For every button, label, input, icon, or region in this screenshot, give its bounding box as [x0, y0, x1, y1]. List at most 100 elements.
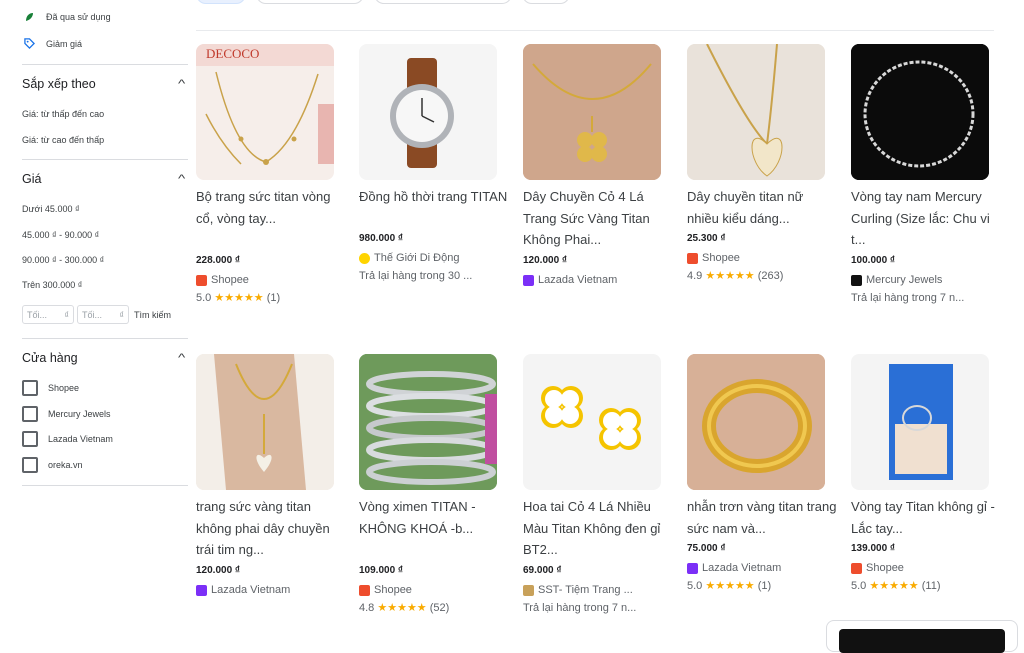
product-card[interactable]: trang sức vàng titan không phai dây chuy…: [196, 354, 346, 596]
sort-high-to-low[interactable]: Giá: từ cao đến thấp: [22, 135, 104, 145]
filter-chip[interactable]: [522, 0, 570, 4]
rating: 4.8 ★★★★★ (52): [359, 601, 509, 614]
sort-low-to-high[interactable]: Giá: từ thấp đến cao: [22, 109, 104, 119]
product-card[interactable]: nhẫn trơn vàng titan trang sức nam và...…: [687, 354, 837, 592]
price-option[interactable]: Dưới 45.000 ₫: [22, 204, 80, 214]
price-option[interactable]: 45.000 ₫ - 90.000 ₫: [22, 230, 99, 240]
store-name: Mercury Jewels: [851, 274, 1001, 286]
rating-value: 5.0: [196, 292, 212, 304]
product-card[interactable]: DECOCO Bộ trang sức titan vòng cổ, vòng …: [196, 44, 346, 304]
product-title[interactable]: Dây Chuyền Cỏ 4 Lá Trang Sức Vàng Titan …: [523, 186, 673, 251]
product-card[interactable]: Vòng ximen TITAN - KHÔNG KHOÁ -b... 109.…: [359, 354, 509, 614]
product-card[interactable]: Dây chuyền titan nữ nhiều kiểu dáng... 2…: [687, 44, 837, 282]
product-title[interactable]: Vòng tay Titan không gỉ - Lắc tay...: [851, 496, 1001, 539]
filter-chip[interactable]: [256, 0, 364, 4]
sort-section-header[interactable]: Sắp xếp theo ^: [22, 77, 188, 91]
store-filter-shopee[interactable]: Shopee: [22, 380, 79, 396]
stars-icon: ★★★★★: [377, 602, 427, 614]
product-image[interactable]: [851, 44, 989, 180]
price-section-header[interactable]: Giá ^: [22, 172, 188, 186]
store-label: Thế Giới Di Động: [374, 252, 460, 264]
partial-image: [839, 629, 1005, 653]
checkbox[interactable]: [22, 406, 38, 422]
product-title[interactable]: Hoa tai Cỏ 4 Lá Nhiều Màu Titan Không đe…: [523, 496, 673, 561]
rating-value: 4.9: [687, 270, 703, 282]
product-image[interactable]: [196, 354, 334, 490]
product-card[interactable]: Vòng tay Titan không gỉ - Lắc tay... 139…: [851, 354, 1001, 592]
product-card[interactable]: Hoa tai Cỏ 4 Lá Nhiều Màu Titan Không đe…: [523, 354, 673, 614]
shopee-logo-icon: [851, 562, 862, 574]
review-count: (52): [429, 602, 450, 614]
price-range: Tối... ₫ Tối... ₫ Tìm kiếm: [22, 305, 173, 324]
store-name: Shopee: [687, 252, 837, 264]
product-image[interactable]: [523, 44, 661, 180]
filter-chip[interactable]: [374, 0, 512, 4]
product-image[interactable]: [851, 354, 989, 490]
stars-icon: ★★★★★: [869, 580, 919, 592]
rating: 5.0 ★★★★★ (1): [687, 579, 837, 592]
filter-discount-label: Giảm giá: [46, 38, 83, 49]
store-label: Shopee: [702, 252, 740, 264]
return-policy: Trả lại hàng trong 7 n...: [851, 292, 965, 304]
product-price: 228.000 ₫: [196, 255, 241, 266]
stars-icon: ★★★★★: [705, 580, 755, 592]
min-price-field[interactable]: Tối... ₫: [22, 305, 74, 324]
review-count: (263): [757, 270, 784, 282]
store-filter-lazada[interactable]: Lazada Vietnam: [22, 431, 113, 447]
product-card[interactable]: Dây Chuyền Cỏ 4 Lá Trang Sức Vàng Titan …: [523, 44, 673, 286]
store-filter-mercury[interactable]: Mercury Jewels: [22, 406, 111, 422]
product-image[interactable]: DECOCO: [196, 44, 334, 180]
return-policy: Trả lại hàng trong 7 n...: [523, 602, 637, 614]
product-price: 980.000 ₫: [359, 233, 404, 244]
filter-discount[interactable]: Giảm giá: [22, 38, 82, 49]
product-image[interactable]: [359, 354, 497, 490]
filter-used[interactable]: Đã qua sử dụng: [22, 12, 111, 22]
filter-chip[interactable]: [196, 0, 246, 4]
price-search-button[interactable]: Tìm kiếm: [132, 307, 173, 323]
product-title[interactable]: Bộ trang sức titan vòng cổ, vòng tay...: [196, 186, 346, 251]
product-title[interactable]: trang sức vàng titan không phai dây chuy…: [196, 496, 346, 561]
store-filter-oreka[interactable]: oreka.vn: [22, 457, 83, 473]
chevron-up-icon[interactable]: ^: [178, 78, 185, 90]
price-option[interactable]: 90.000 ₫ - 300.000 ₫: [22, 255, 104, 265]
review-count: (1): [757, 580, 772, 592]
product-image[interactable]: [359, 44, 497, 180]
store-name: Thế Giới Di Động: [359, 252, 509, 264]
mercury-logo-icon: [851, 274, 862, 286]
product-title[interactable]: Vòng ximen TITAN - KHÔNG KHOÁ -b...: [359, 496, 509, 561]
divider: [22, 159, 188, 160]
checkbox[interactable]: [22, 457, 38, 473]
currency-symbol: ₫: [64, 309, 69, 320]
sst-logo-icon: [523, 584, 534, 596]
divider: [22, 485, 188, 486]
store-label: Shopee: [374, 584, 412, 596]
max-price-placeholder: Tối...: [82, 309, 103, 320]
product-title[interactable]: Vòng tay nam Mercury Curling (Size lắc: …: [851, 186, 1001, 251]
price-option[interactable]: Trên 300.000 ₫: [22, 280, 82, 290]
store-filter-label: Mercury Jewels: [48, 409, 111, 419]
product-title[interactable]: Đồng hồ thời trang TITAN: [359, 186, 509, 229]
store-label: Shopee: [211, 274, 249, 286]
store-label: Lazada Vietnam: [211, 584, 291, 596]
used-leaf-icon: [22, 12, 36, 22]
max-price-field[interactable]: Tối... ₫: [77, 305, 129, 324]
product-price: 100.000 ₫: [851, 255, 896, 266]
product-card[interactable]: Đồng hồ thời trang TITAN 980.000 ₫ Thế G…: [359, 44, 509, 282]
store-label: Shopee: [866, 562, 904, 574]
return-policy: Trả lại hàng trong 30 ...: [359, 270, 473, 282]
product-title[interactable]: Dây chuyền titan nữ nhiều kiểu dáng...: [687, 186, 837, 229]
product-price: 139.000 ₫: [851, 543, 896, 554]
checkbox[interactable]: [22, 380, 38, 396]
product-image[interactable]: [687, 354, 825, 490]
checkbox[interactable]: [22, 431, 38, 447]
store-label: Mercury Jewels: [866, 274, 943, 286]
product-image[interactable]: [687, 44, 825, 180]
product-title[interactable]: nhẫn trơn vàng titan trang sức nam và...: [687, 496, 837, 539]
chevron-up-icon[interactable]: ^: [178, 352, 185, 364]
product-image[interactable]: [523, 354, 661, 490]
chevron-up-icon[interactable]: ^: [178, 173, 185, 185]
lazada-logo-icon: [523, 274, 534, 286]
partial-card[interactable]: [826, 620, 1018, 653]
product-card[interactable]: Vòng tay nam Mercury Curling (Size lắc: …: [851, 44, 1001, 304]
store-section-header[interactable]: Cửa hàng ^: [22, 351, 188, 365]
